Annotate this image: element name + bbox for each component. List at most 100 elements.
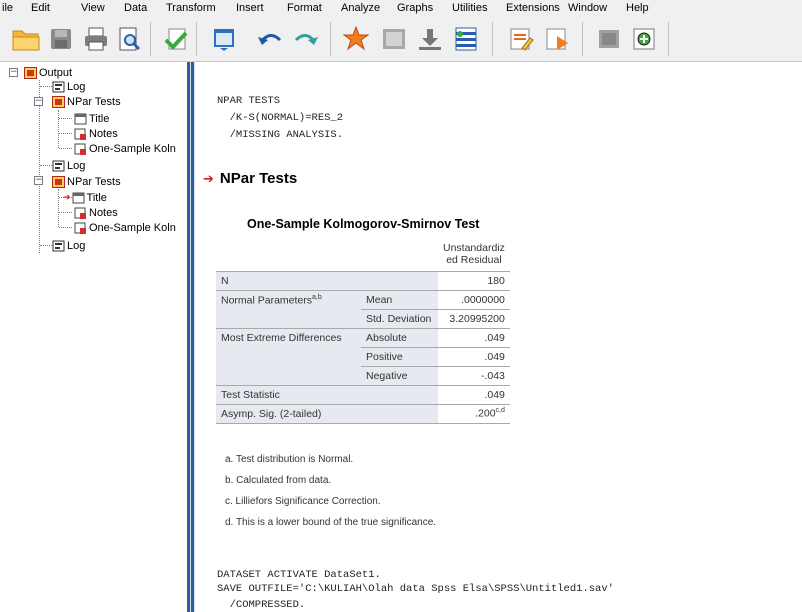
save-icon[interactable] (45, 23, 77, 55)
outline-item-one-sample[interactable]: One-Sample Koln (74, 142, 176, 155)
menu-window[interactable]: Window (568, 2, 607, 14)
outline-label: Log (67, 239, 86, 252)
log-icon (52, 240, 65, 252)
footnote-marker: a,b (312, 293, 322, 301)
outline-item-log[interactable]: Log (52, 239, 85, 252)
outline-item-log[interactable]: Log (52, 80, 85, 93)
syntax-line: DATASET ACTIVATE DataSet1. (217, 569, 381, 581)
outline-label: Notes (89, 206, 118, 219)
print-preview-icon[interactable] (113, 23, 145, 55)
outline-item-title[interactable]: Title (74, 112, 109, 125)
menu-help[interactable]: Help (626, 2, 649, 14)
table-row: Asymp. Sig. (2-tailed) .200c,d (216, 404, 510, 424)
row-sublabel: Mean (361, 290, 438, 310)
open-folder-icon[interactable] (10, 23, 42, 55)
designate-window-icon[interactable] (450, 23, 482, 55)
tree-connector (40, 86, 52, 87)
show-icon[interactable] (628, 23, 660, 55)
menu-format[interactable]: Format (287, 2, 322, 14)
row-label: Test Statistic (216, 385, 438, 405)
cell-value: .049 (438, 385, 510, 405)
title-icon (72, 192, 85, 204)
outline-label: Notes (89, 127, 118, 140)
outline-label: NPar Tests (67, 175, 121, 188)
print-icon[interactable] (80, 23, 112, 55)
cell-value: .0000000 (438, 290, 510, 310)
outline-label: Log (67, 80, 86, 93)
tree-connector (40, 165, 52, 166)
tree-connector (58, 189, 59, 227)
column-header-line: Unstandardiz (443, 242, 505, 255)
undo-icon[interactable] (254, 23, 286, 55)
output-book-icon (24, 66, 37, 79)
table-footnote: b. Calculated from data. (225, 475, 332, 486)
current-item-arrow-icon: ➔ (63, 192, 71, 202)
current-item-arrow-icon: ➔ (203, 170, 214, 186)
row-label: Asymp. Sig. (2-tailed) (216, 404, 438, 424)
menu-file[interactable]: ile (2, 2, 13, 14)
outline-label: Title (86, 191, 107, 204)
menu-transform[interactable]: Transform (166, 2, 216, 14)
cell-value-text: .200 (475, 407, 496, 420)
menu-view[interactable]: View (81, 2, 105, 14)
hide-icon[interactable] (593, 23, 625, 55)
outline-item-log[interactable]: Log (52, 159, 85, 172)
splitter-edge (187, 62, 190, 612)
outline-item-npar-tests[interactable]: NPar Tests (52, 175, 121, 188)
ks-test-table[interactable]: Unstandardiz ed Residual N 180 Normal Pa… (216, 238, 510, 424)
cell-value: .049 (438, 328, 510, 348)
splitter-edge (191, 62, 194, 612)
cell-value: 3.20995200 (438, 309, 510, 329)
export-icon[interactable] (160, 23, 192, 55)
collapse-toggle[interactable]: − (34, 176, 43, 185)
goto-case-icon[interactable] (340, 23, 372, 55)
insert-text-icon[interactable] (505, 23, 537, 55)
outline-item-title-current[interactable]: ➔ Title (63, 191, 107, 204)
menu-data[interactable]: Data (124, 2, 147, 14)
outline-item-output[interactable]: Output (24, 66, 72, 79)
tree-connector (59, 133, 72, 134)
output-book-icon (52, 175, 65, 188)
syntax-line: NPAR TESTS (217, 95, 281, 107)
menu-graphs[interactable]: Graphs (397, 2, 433, 14)
collapse-toggle[interactable]: − (9, 68, 18, 77)
pane-splitter[interactable] (187, 62, 195, 612)
cell-value: -.043 (438, 366, 510, 386)
menu-utilities[interactable]: Utilities (452, 2, 487, 14)
notes-icon (74, 207, 87, 219)
column-header-line: ed Residual (446, 254, 502, 267)
cell-value: .049 (438, 347, 510, 367)
goto-variable-icon[interactable] (378, 23, 410, 55)
row-sublabel: Std. Deviation (361, 309, 438, 329)
variables-icon[interactable] (414, 23, 446, 55)
outline-item-one-sample[interactable]: One-Sample Koln (74, 221, 176, 234)
table-row: N 180 (216, 270, 510, 291)
outline-item-notes[interactable]: Notes (74, 127, 118, 140)
output-book-icon (52, 95, 65, 108)
outline-label: Output (39, 66, 73, 79)
menu-analyze[interactable]: Analyze (341, 2, 380, 14)
table-icon (74, 222, 87, 234)
tree-connector (59, 212, 72, 213)
table-footnote: c. Lilliefors Significance Correction. (225, 496, 381, 507)
row-label: Normal Parametersa,b (216, 290, 361, 329)
syntax-line: /MISSING ANALYSIS. (217, 129, 344, 141)
menu-bar: ile Edit View Data Transform Insert Form… (0, 0, 802, 16)
row-sublabel: Positive (361, 347, 438, 367)
collapse-toggle[interactable]: − (34, 97, 43, 106)
footnote-marker: c,d (495, 407, 505, 415)
outline-item-notes[interactable]: Notes (74, 206, 118, 219)
recall-dialog-icon[interactable] (208, 23, 240, 55)
outline-item-npar-tests[interactable]: NPar Tests (52, 95, 121, 108)
row-label: N (216, 270, 438, 291)
menu-insert[interactable]: Insert (236, 2, 264, 14)
menu-edit[interactable]: Edit (31, 2, 50, 14)
toolbar (0, 16, 802, 62)
cell-value: 180 (438, 270, 510, 291)
log-icon (52, 81, 65, 93)
redo-icon[interactable] (290, 23, 322, 55)
menu-extensions[interactable]: Extensions (506, 2, 560, 14)
section-title-text: NPar Tests (219, 170, 298, 187)
row-label-text: Normal Parameters (221, 294, 313, 306)
script-icon[interactable] (541, 23, 573, 55)
